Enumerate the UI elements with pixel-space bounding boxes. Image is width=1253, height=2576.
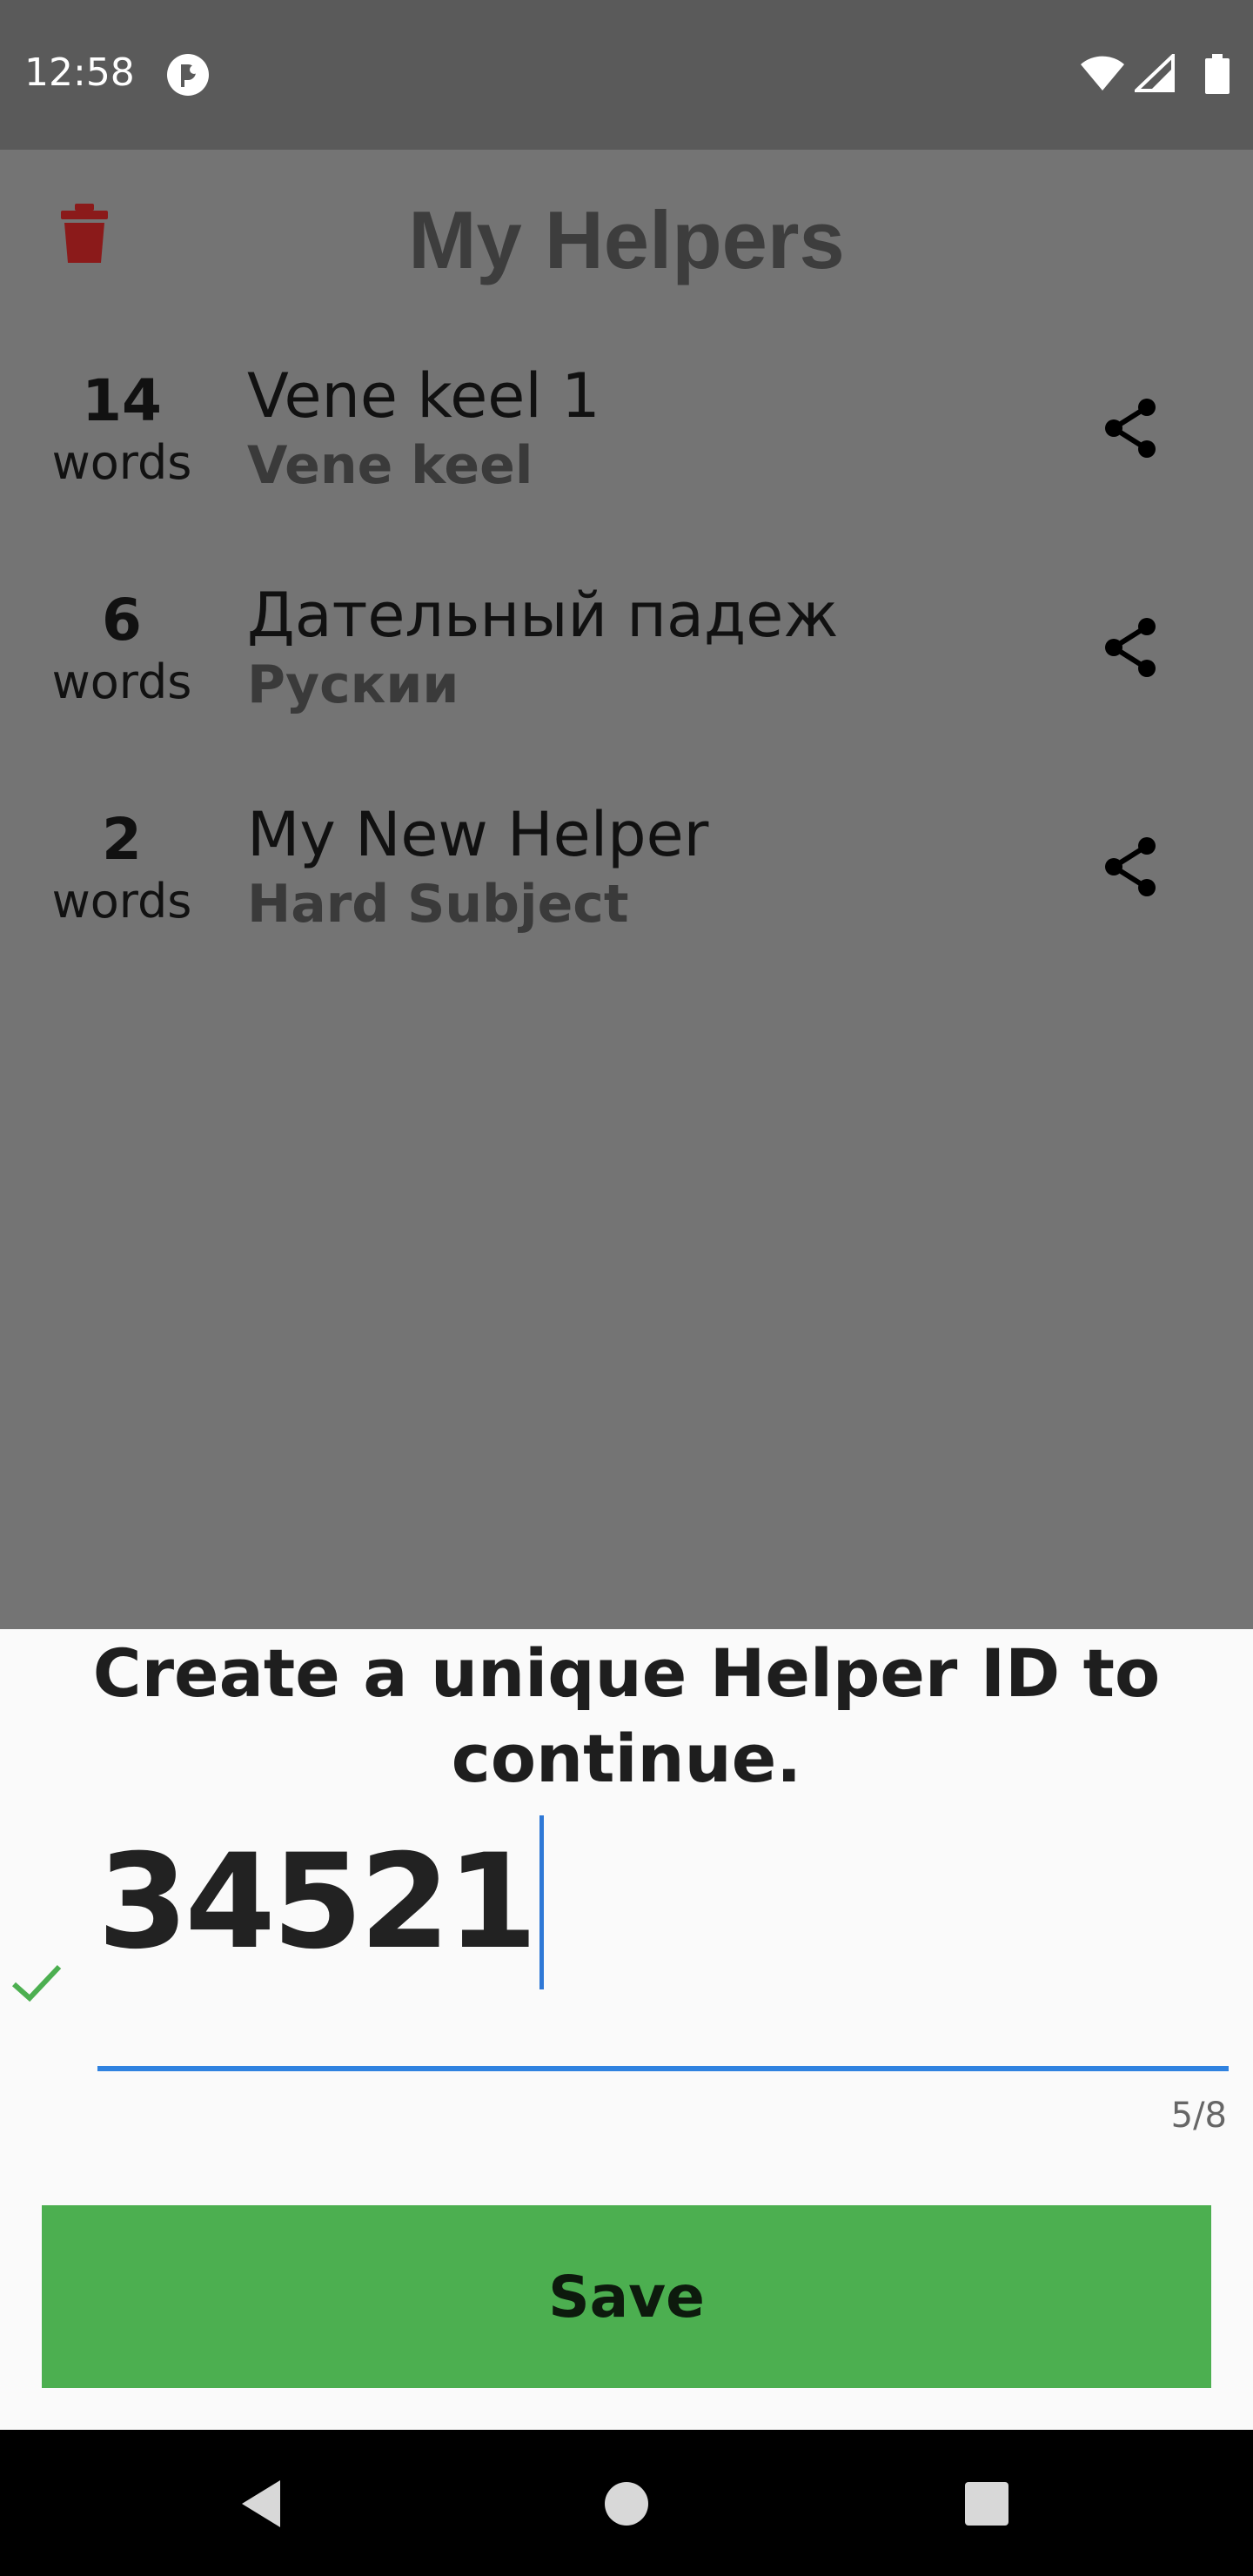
helper-row[interactable]: 6 words Дательный падеж Рускии [0,567,1253,776]
helper-name: Vene keel 1 [247,360,600,432]
share-icon[interactable] [1098,834,1164,900]
input-underline [97,2066,1229,2071]
helper-id-value: 34521 [97,1827,538,1978]
cell-signal-icon [1135,54,1175,92]
home-icon[interactable] [596,2473,657,2534]
share-icon[interactable] [1098,614,1164,681]
word-count: 14 [82,367,162,434]
helper-id-input[interactable]: 34521 [97,1815,1229,1989]
word-count-label: words [51,654,192,709]
helper-subject: Vene keel [247,435,533,496]
helper-subject: Hard Subject [247,874,629,935]
page-title: My Helpers [408,194,845,285]
save-button[interactable]: Save [42,2205,1211,2388]
word-count: 2 [102,806,142,873]
battery-icon [1205,54,1230,94]
app-notification-icon [167,54,209,96]
word-count: 6 [102,587,142,654]
helper-row[interactable]: 2 words My New Helper Hard Subject [0,787,1253,996]
back-icon[interactable] [233,2473,294,2534]
word-count-label: words [51,435,192,490]
helpers-screen: My Helpers 14 words Vene keel 1 Vene kee… [0,150,1253,1629]
helper-subject: Рускии [247,654,459,715]
char-counter: 5/8 [1170,2096,1227,2136]
status-time: 12:58 [24,50,135,95]
check-icon [12,1964,62,2002]
system-nav-bar [0,2430,1253,2576]
wifi-icon [1081,56,1124,91]
helper-name: Дательный падеж [247,580,839,651]
share-icon[interactable] [1098,395,1164,461]
text-cursor [539,1815,544,1989]
status-bar: 12:58 [0,0,1253,150]
helper-row[interactable]: 14 words Vene keel 1 Vene keel [0,348,1253,557]
recents-icon[interactable] [956,2473,1017,2534]
dialog-prompt: Create a unique Helper ID to continue. [92,1634,1161,1797]
helper-name: My New Helper [247,799,709,870]
word-count-label: words [51,874,192,929]
helper-id-sheet: Create a unique Helper ID to continue. 3… [0,1629,1253,2430]
